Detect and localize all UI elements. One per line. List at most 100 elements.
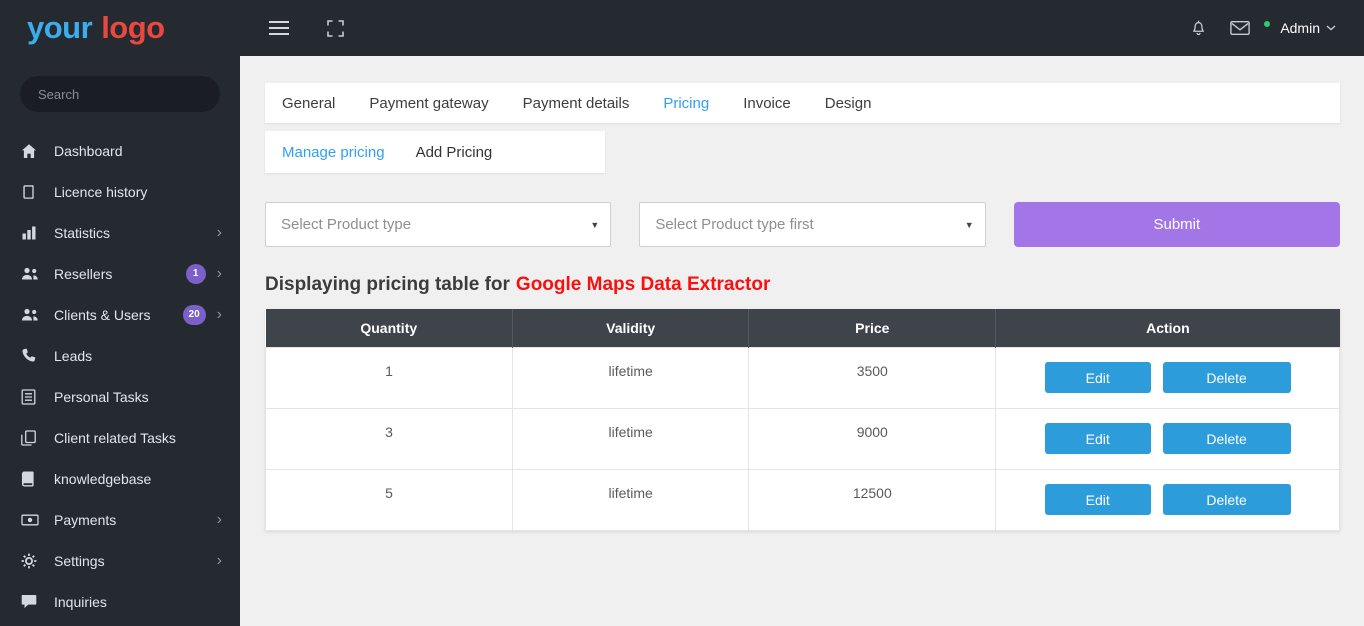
validity-cell: lifetime: [513, 469, 749, 530]
sidebar-item-inquiries[interactable]: Inquiries: [0, 581, 240, 622]
sidebar-item-payments[interactable]: Payments ›: [0, 499, 240, 540]
sidebar-item-label: Dashboard: [54, 143, 222, 159]
sidebar-item-personal-tasks[interactable]: Personal Tasks: [0, 376, 240, 417]
chevron-down-icon[interactable]: [1326, 25, 1336, 31]
pricing-table-heading: Displaying pricing table for Google Maps …: [265, 274, 1340, 296]
product-type-select[interactable]: Select Product type ▼: [265, 202, 611, 247]
app-window: your logo Dashboard Licence history: [0, 0, 1364, 626]
subtab-manage-pricing[interactable]: Manage pricing: [282, 144, 385, 161]
price-cell: 3500: [749, 347, 996, 408]
settings-tabs: General Payment gateway Payment details …: [265, 83, 1340, 123]
edit-button[interactable]: Edit: [1045, 484, 1151, 515]
chat-icon: [21, 594, 41, 609]
home-icon: [21, 143, 41, 159]
column-header-price: Price: [749, 309, 996, 347]
tab-pricing[interactable]: Pricing: [646, 95, 726, 112]
price-cell: 12500: [749, 469, 996, 530]
quantity-cell: 3: [266, 408, 513, 469]
topbar-right: Admin: [1167, 19, 1336, 38]
action-cell: Edit Delete: [996, 469, 1340, 530]
product-select-value: Select Product type first: [655, 216, 813, 233]
sidebar-item-resellers[interactable]: Resellers 1 ›: [0, 253, 240, 294]
select-arrow-icon: ▼: [590, 220, 599, 230]
sidebar-item-settings[interactable]: Settings ›: [0, 540, 240, 581]
table-row: 3 lifetime 9000 Edit Delete: [266, 408, 1340, 469]
tab-payment-details[interactable]: Payment details: [506, 95, 647, 112]
action-cell: Edit Delete: [996, 347, 1340, 408]
sidebar-item-statistics[interactable]: Statistics ›: [0, 212, 240, 253]
main-area: Admin General Payment gateway Payment de…: [240, 0, 1364, 626]
column-header-action: Action: [996, 309, 1340, 347]
delete-button[interactable]: Delete: [1163, 362, 1291, 393]
sidebar-item-label: Clients & Users: [54, 307, 183, 323]
sidebar-item-label: Leads: [54, 348, 222, 364]
search-input[interactable]: [20, 76, 220, 112]
chevron-right-icon: ›: [217, 225, 222, 241]
admin-menu-label[interactable]: Admin: [1280, 20, 1320, 36]
sidebar-item-label: Licence history: [54, 184, 222, 200]
validity-cell: lifetime: [513, 408, 749, 469]
pricing-table: Quantity Validity Price Action 1 lifetim…: [265, 309, 1340, 531]
fullscreen-icon[interactable]: [327, 20, 344, 37]
sidebar-item-label: Personal Tasks: [54, 389, 222, 405]
chevron-right-icon: ›: [217, 307, 222, 323]
tab-invoice[interactable]: Invoice: [726, 95, 808, 112]
chevron-right-icon: ›: [217, 266, 222, 282]
gear-icon: [21, 553, 41, 569]
sidebar-menu: Dashboard Licence history Statistics ›: [0, 130, 240, 626]
table-row: 1 lifetime 3500 Edit Delete: [266, 347, 1340, 408]
edit-button[interactable]: Edit: [1045, 423, 1151, 454]
product-name: Google Maps Data Extractor: [516, 274, 770, 295]
users-icon: [21, 267, 41, 281]
sidebar-item-label: knowledgebase: [54, 471, 222, 487]
column-header-validity: Validity: [513, 309, 749, 347]
sidebar-item-leads[interactable]: Leads: [0, 335, 240, 376]
book-icon: [21, 184, 41, 200]
sidebar-item-client-tasks[interactable]: Client related Tasks: [0, 417, 240, 458]
book-icon: [21, 471, 41, 487]
sidebar-item-label: Inquiries: [54, 594, 222, 610]
tab-design[interactable]: Design: [808, 95, 889, 112]
column-header-quantity: Quantity: [266, 309, 513, 347]
hamburger-menu-icon[interactable]: [268, 20, 290, 36]
sidebar-item-label: Client related Tasks: [54, 430, 222, 446]
sidebar-item-label: Settings: [54, 553, 217, 569]
envelope-icon[interactable]: [1230, 20, 1250, 36]
tab-payment-gateway[interactable]: Payment gateway: [352, 95, 505, 112]
online-status-dot: [1262, 19, 1272, 29]
list-icon: [21, 389, 41, 405]
banknote-icon: [21, 513, 41, 527]
action-cell: Edit Delete: [996, 408, 1340, 469]
sidebar-search: [0, 56, 240, 112]
heading-prefix: Displaying pricing table for: [265, 274, 510, 295]
sidebar-item-clients-users[interactable]: Clients & Users 20 ›: [0, 294, 240, 335]
price-cell: 9000: [749, 408, 996, 469]
chevron-right-icon: ›: [217, 553, 222, 569]
tab-general[interactable]: General: [265, 95, 352, 112]
sidebar-item-dashboard[interactable]: Dashboard: [0, 130, 240, 171]
product-type-select-value: Select Product type: [281, 216, 411, 233]
users-icon: [21, 308, 41, 322]
sidebar-item-knowledgebase[interactable]: knowledgebase: [0, 458, 240, 499]
sidebar-item-label: Statistics: [54, 225, 217, 241]
quantity-cell: 1: [266, 347, 513, 408]
edit-button[interactable]: Edit: [1045, 362, 1151, 393]
product-select[interactable]: Select Product type first ▼: [639, 202, 985, 247]
topbar: Admin: [240, 0, 1364, 56]
brand-logo: your logo: [0, 0, 240, 56]
submit-button[interactable]: Submit: [1014, 202, 1340, 247]
delete-button[interactable]: Delete: [1163, 423, 1291, 454]
quantity-cell: 5: [266, 469, 513, 530]
delete-button[interactable]: Delete: [1163, 484, 1291, 515]
bell-icon[interactable]: [1189, 19, 1208, 38]
table-header-row: Quantity Validity Price Action: [266, 309, 1340, 347]
sidebar-item-label: Payments: [54, 512, 217, 528]
copy-icon: [21, 430, 41, 446]
sidebar: your logo Dashboard Licence history: [0, 0, 240, 626]
sidebar-item-licence-history[interactable]: Licence history: [0, 171, 240, 212]
count-badge: 1: [186, 264, 206, 284]
brand-word-logo: logo: [101, 10, 164, 46]
subtab-add-pricing[interactable]: Add Pricing: [416, 144, 493, 161]
brand-word-your: your: [27, 10, 92, 46]
bar-chart-icon: [21, 225, 41, 241]
